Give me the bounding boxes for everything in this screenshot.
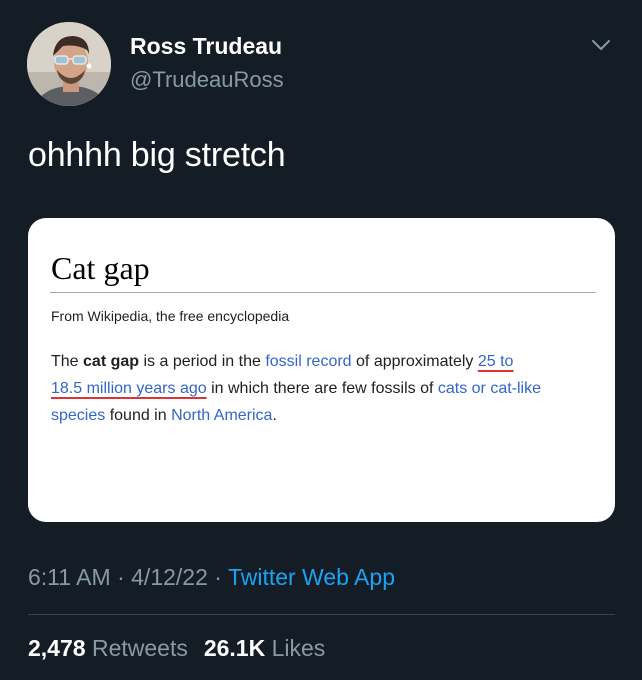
tweet-meta: 6:11 AM · 4/12/22 · Twitter Web App [28, 564, 395, 590]
tweet-date[interactable]: 4/12/22 [131, 564, 208, 590]
author-name[interactable]: Ross Trudeau [130, 33, 282, 60]
wiki-subtitle: From Wikipedia, the free encyclopedia [51, 308, 290, 324]
wiki-line-2: 18.5 million years ago in which there ar… [51, 380, 541, 397]
link-date-range-start[interactable]: 25 to [478, 353, 514, 370]
tweet-text: ohhhh big stretch [28, 136, 286, 174]
wiki-bold-term: cat gap [83, 353, 140, 370]
wikipedia-screenshot-card[interactable]: Cat gap From Wikipedia, the free encyclo… [28, 218, 615, 522]
likes-label: Likes [271, 635, 326, 661]
wiki-article-body: The cat gap is a period in the fossil re… [51, 348, 599, 429]
tweet-source-app[interactable]: Twitter Web App [228, 564, 395, 590]
likes-stat[interactable]: 26.1K Likes [204, 635, 325, 661]
wiki-article-title: Cat gap [51, 250, 150, 286]
likes-count: 26.1K [203, 635, 266, 661]
link-date-range-end[interactable]: 18.5 million years ago [51, 380, 207, 397]
retweets-stat[interactable]: 2,478 Retweets [28, 635, 188, 661]
retweets-label: Retweets [91, 635, 188, 661]
tweet-time[interactable]: 6:11 AM [28, 564, 111, 590]
author-handle[interactable]: @TrudeauRoss [130, 67, 284, 93]
wiki-line-3: species found in North America. [51, 407, 277, 424]
link-cats-species[interactable]: species [51, 407, 105, 424]
divider [28, 614, 615, 615]
wiki-title-divider [50, 292, 596, 293]
tweet-stats: 2,478 Retweets 26.1K Likes [28, 635, 325, 662]
chevron-down-icon[interactable] [588, 34, 614, 56]
link-north-america[interactable]: North America [171, 407, 272, 424]
avatar[interactable] [27, 22, 111, 106]
wiki-line-1: The cat gap is a period in the fossil re… [51, 353, 514, 370]
link-cats[interactable]: cats or cat-like [438, 380, 541, 397]
link-fossil-record[interactable]: fossil record [265, 353, 351, 370]
retweets-count: 2,478 [28, 635, 86, 661]
